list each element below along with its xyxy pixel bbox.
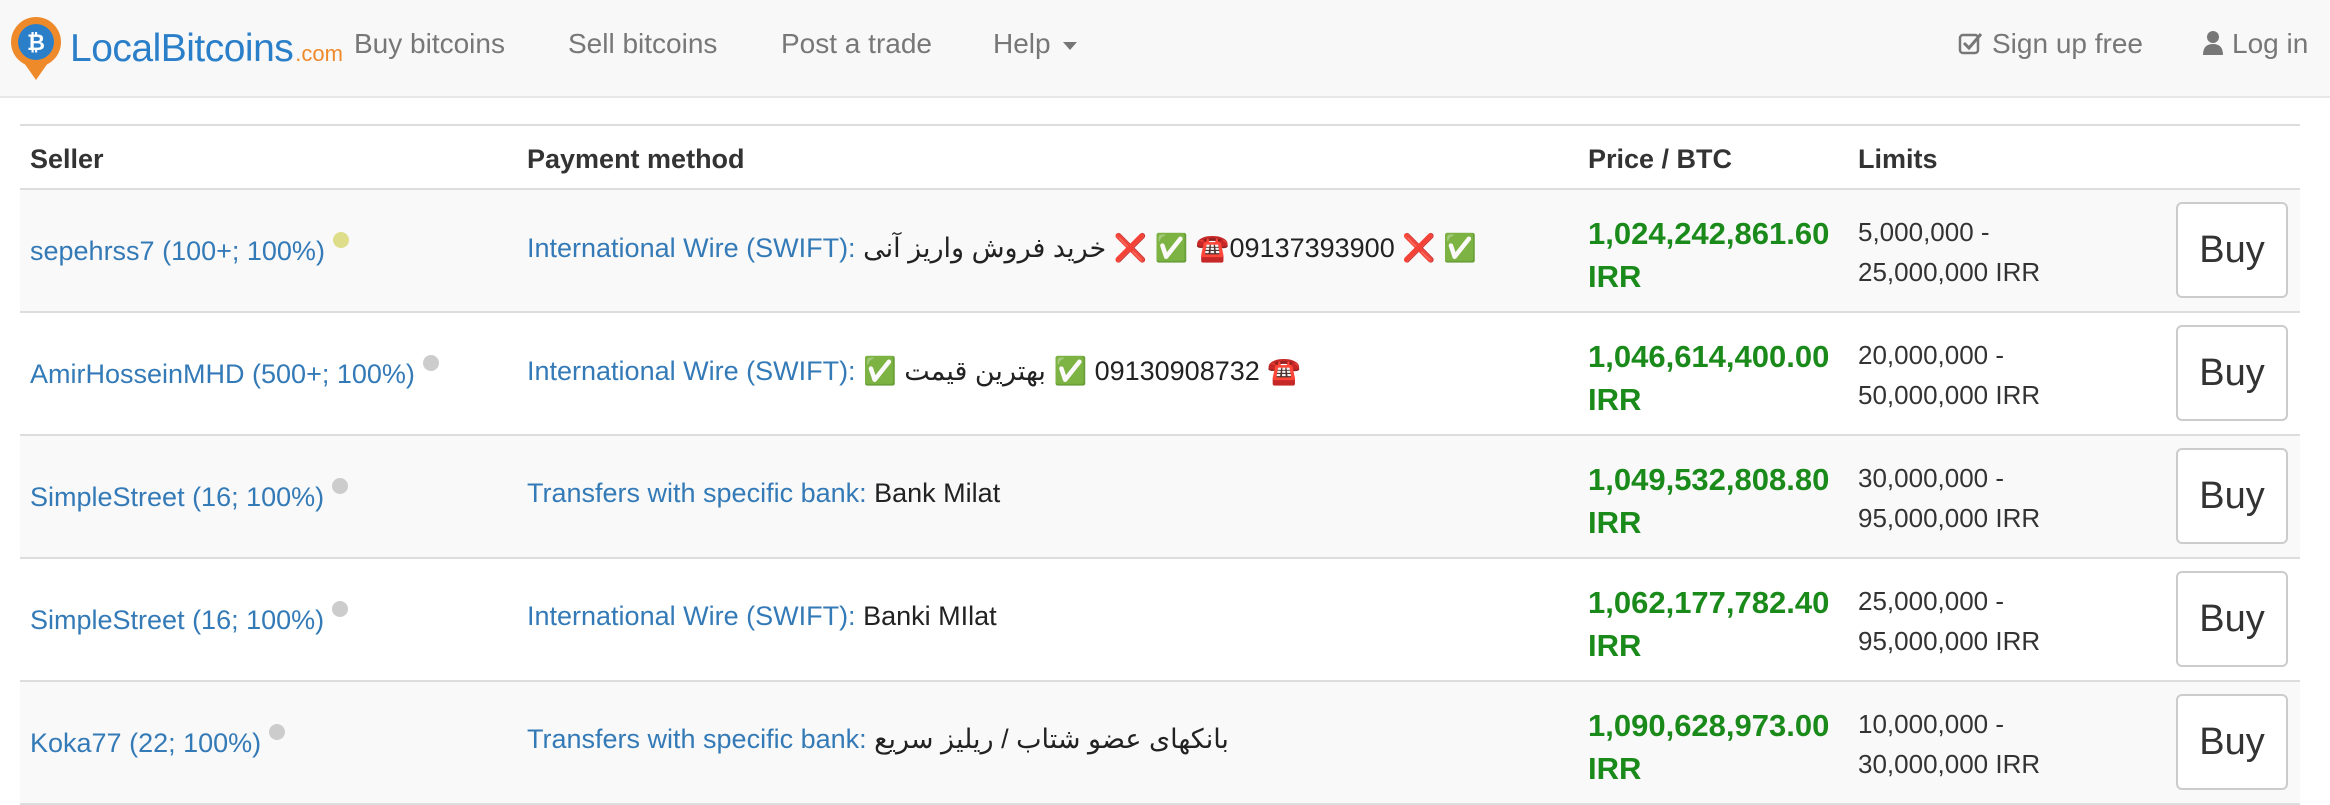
limit-min: 10,000,000 -: [1858, 709, 2005, 739]
seller-link[interactable]: SimpleStreet (16; 100%): [30, 601, 349, 636]
payment-details: ✅ ❌ 09137393900☎️ ✅ ❌ خرید فروش واریز آن…: [863, 233, 1477, 263]
price-currency: IRR: [1588, 505, 1642, 540]
bitcoin-pin-icon: ₿: [11, 17, 61, 80]
table-row: sepehrss7 (100+; 100%) International Wir…: [20, 190, 2300, 313]
table-row: AmirHosseinMHD (500+; 100%) Internationa…: [20, 313, 2300, 436]
limit-max: 30,000,000 IRR: [1858, 749, 2041, 779]
payment-method-link[interactable]: Transfers with specific bank:: [527, 724, 867, 754]
nav-post-a-trade[interactable]: Post a trade: [781, 28, 932, 60]
limit-max: 25,000,000 IRR: [1858, 257, 2041, 287]
seller-link[interactable]: SimpleStreet (16; 100%): [30, 478, 349, 513]
limits-cell: 5,000,000 - 25,000,000 IRR: [1858, 212, 2040, 292]
price-value: 1,049,532,808.80: [1588, 462, 1830, 497]
payment-method-link[interactable]: Transfers with specific bank:: [527, 478, 867, 508]
price-value: 1,024,242,861.60: [1588, 216, 1830, 251]
payment-details: Banki MIlat: [863, 601, 997, 631]
limits-cell: 25,000,000 - 95,000,000 IRR: [1858, 581, 2040, 661]
limit-min: 20,000,000 -: [1858, 340, 2005, 370]
payment-cell: International Wire (SWIFT): Banki MIlat: [527, 601, 997, 632]
limit-min: 30,000,000 -: [1858, 463, 2005, 493]
status-dot: [269, 724, 286, 740]
price-currency: IRR: [1588, 382, 1642, 417]
limit-max: 95,000,000 IRR: [1858, 626, 2041, 656]
payment-method-link[interactable]: International Wire (SWIFT):: [527, 233, 856, 263]
payment-method-link[interactable]: International Wire (SWIFT):: [527, 356, 856, 386]
limits-cell: 20,000,000 - 50,000,000 IRR: [1858, 335, 2040, 415]
nav-help-dropdown[interactable]: Help: [993, 28, 1077, 60]
payment-cell: International Wire (SWIFT): ✅ ❌ 09137393…: [527, 232, 1477, 264]
header-seller: Seller: [30, 144, 104, 174]
status-dot: [332, 232, 349, 248]
nav-buy-bitcoins[interactable]: Buy bitcoins: [354, 28, 505, 60]
check-square-icon: [1958, 33, 1983, 55]
status-dot: [332, 478, 349, 494]
buy-button[interactable]: Buy: [2176, 694, 2288, 790]
payment-details: ☎️ 09130908732 ✅ بهترین قیمت ✅: [863, 356, 1301, 386]
navbar: ₿ LocalBitcoins.com Buy bitcoins Sell bi…: [0, 0, 2330, 98]
price-currency: IRR: [1588, 751, 1642, 786]
nav-sign-up-label: Sign up free: [1992, 28, 2143, 59]
limits-cell: 30,000,000 - 95,000,000 IRR: [1858, 458, 2040, 538]
payment-details: Bank Milat: [874, 478, 1001, 508]
chevron-down-icon: [1062, 41, 1077, 50]
price-cell: 1,062,177,782.40 IRR: [1588, 581, 1829, 667]
limits-cell: 10,000,000 - 30,000,000 IRR: [1858, 704, 2040, 784]
seller-link[interactable]: sepehrss7 (100+; 100%): [30, 232, 349, 267]
table-row: Koka77 (22; 100%) Transfers with specifi…: [20, 682, 2300, 805]
seller-name: sepehrss7 (100+; 100%): [30, 236, 325, 266]
price-value: 1,062,177,782.40: [1588, 585, 1830, 620]
table-row: SimpleStreet (16; 100%) Transfers with s…: [20, 436, 2300, 559]
payment-cell: Transfers with specific bank: بانکهای عض…: [527, 724, 1229, 755]
price-value: 1,046,614,400.00: [1588, 339, 1830, 374]
price-currency: IRR: [1588, 628, 1642, 663]
payment-cell: International Wire (SWIFT): ☎️ 091309087…: [527, 355, 1301, 387]
status-dot: [422, 355, 439, 371]
nav-sell-bitcoins[interactable]: Sell bitcoins: [568, 28, 717, 60]
price-value: 1,090,628,973.00: [1588, 708, 1830, 743]
brand-name: LocalBitcoins.com: [70, 27, 343, 70]
nav-sign-up[interactable]: Sign up free: [1958, 28, 2143, 60]
seller-link[interactable]: Koka77 (22; 100%): [30, 724, 286, 759]
price-cell: 1,090,628,973.00 IRR: [1588, 704, 1829, 790]
limit-min: 5,000,000 -: [1858, 217, 1990, 247]
seller-name: SimpleStreet (16; 100%): [30, 605, 325, 635]
status-dot: [332, 601, 349, 617]
svg-text:₿: ₿: [27, 30, 45, 55]
buy-button[interactable]: Buy: [2176, 202, 2288, 298]
table-row: SimpleStreet (16; 100%) International Wi…: [20, 559, 2300, 682]
seller-name: SimpleStreet (16; 100%): [30, 482, 325, 512]
nav-log-in-label: Log in: [2232, 28, 2309, 59]
header-payment-method: Payment method: [527, 144, 745, 174]
payment-details: بانکهای عضو شتاب / ریلیز سریع: [874, 724, 1229, 754]
payment-method-link[interactable]: International Wire (SWIFT):: [527, 601, 856, 631]
price-cell: 1,046,614,400.00 IRR: [1588, 335, 1829, 421]
price-currency: IRR: [1588, 259, 1642, 294]
limit-max: 50,000,000 IRR: [1858, 380, 2041, 410]
seller-link[interactable]: AmirHosseinMHD (500+; 100%): [30, 355, 439, 390]
brand-tld: .com: [295, 41, 343, 66]
user-icon: [2203, 31, 2223, 55]
header-limits: Limits: [1858, 144, 1938, 174]
limit-min: 25,000,000 -: [1858, 586, 2005, 616]
payment-cell: Transfers with specific bank: Bank Milat: [527, 478, 1000, 509]
table-header: Seller Payment method Price / BTC Limits: [20, 126, 2300, 190]
buy-button[interactable]: Buy: [2176, 571, 2288, 667]
nav-log-in[interactable]: Log in: [2202, 28, 2308, 60]
seller-name: Koka77 (22; 100%): [30, 728, 262, 758]
nav-help-label: Help: [993, 28, 1051, 59]
header-price: Price / BTC: [1588, 144, 1733, 174]
offers-table: Seller Payment method Price / BTC Limits…: [20, 124, 2300, 805]
price-cell: 1,024,242,861.60 IRR: [1588, 212, 1829, 298]
price-cell: 1,049,532,808.80 IRR: [1588, 458, 1829, 544]
buy-button[interactable]: Buy: [2176, 325, 2288, 421]
brand-logo[interactable]: ₿ LocalBitcoins.com: [8, 16, 343, 82]
seller-name: AmirHosseinMHD (500+; 100%): [30, 359, 415, 389]
buy-button[interactable]: Buy: [2176, 448, 2288, 544]
limit-max: 95,000,000 IRR: [1858, 503, 2041, 533]
